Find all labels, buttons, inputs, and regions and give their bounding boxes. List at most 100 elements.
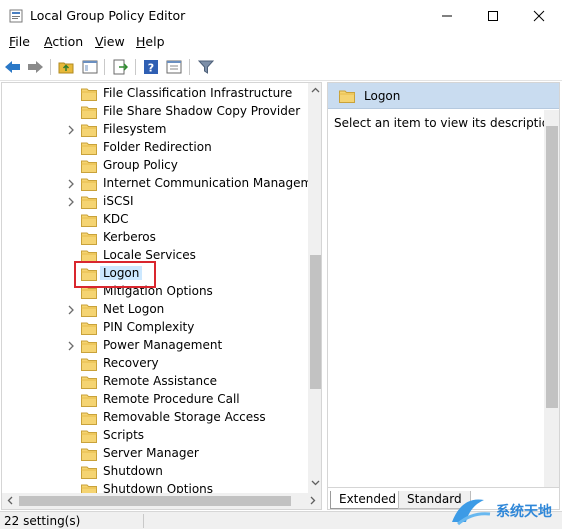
close-icon [533, 10, 545, 22]
scroll-left-icon[interactable] [6, 496, 15, 505]
chevron-right-icon[interactable] [66, 178, 76, 190]
minimize-button[interactable] [424, 0, 470, 32]
folder-icon [81, 160, 97, 173]
details-vertical-scrollbar[interactable] [544, 110, 559, 492]
menu-help-rest: elp [145, 34, 165, 49]
tree-item[interactable]: Removable Storage Access [2, 409, 308, 427]
menu-action-rest: ction [52, 34, 84, 49]
tree-item[interactable]: Remote Procedure Call [2, 391, 308, 409]
folder-icon [81, 124, 97, 137]
tree-item[interactable]: Shutdown [2, 463, 308, 481]
tree-item[interactable]: Kerberos [2, 229, 308, 247]
tree-item-label: Removable Storage Access [103, 410, 266, 424]
back-arrow-icon [5, 61, 20, 73]
tree-item-label: Internet Communication Management [103, 176, 322, 190]
properties-icon [166, 60, 182, 74]
help-button[interactable]: ? [142, 58, 160, 76]
tree-item-label: Kerberos [103, 230, 156, 244]
folder-icon [81, 268, 97, 281]
folder-icon [81, 448, 97, 461]
tree-item[interactable]: Power Management [2, 337, 308, 355]
menu-help-accel: H [136, 34, 146, 49]
folder-icon [81, 340, 97, 353]
tree-item-label: Server Manager [103, 446, 199, 460]
details-vertical-scroll-thumb[interactable] [546, 126, 558, 408]
tree-item[interactable]: File Classification Infrastructure [2, 85, 308, 103]
menu-view[interactable]: View [95, 34, 125, 49]
tree-item-label: Folder Redirection [103, 140, 212, 154]
tree-item-label: KDC [103, 212, 129, 226]
tree-item-label: PIN Complexity [103, 320, 195, 334]
tree-item-label: Filesystem [103, 122, 167, 136]
maximize-button[interactable] [470, 0, 516, 32]
window-title: Local Group Policy Editor [30, 8, 186, 23]
close-button[interactable] [516, 0, 562, 32]
tree-item[interactable]: Logon [2, 265, 308, 283]
export-list-icon [113, 59, 128, 75]
folder-icon [81, 88, 97, 101]
up-folder-icon [58, 62, 74, 74]
chevron-right-icon[interactable] [66, 196, 76, 208]
tree-horizontal-scroll-thumb[interactable] [19, 496, 291, 506]
title-bar: Local Group Policy Editor [0, 0, 562, 32]
tree-item[interactable]: KDC [2, 211, 308, 229]
tree-item-label: Group Policy [103, 158, 178, 172]
toolbar-separator [50, 59, 51, 75]
tree-item[interactable]: Folder Redirection [2, 139, 308, 157]
tree-vertical-scrollbar[interactable] [308, 83, 321, 493]
forward-button[interactable] [26, 58, 44, 76]
folder-icon [81, 358, 97, 371]
tree-item-label: Locale Services [103, 248, 196, 262]
scroll-up-icon[interactable] [311, 86, 320, 95]
chevron-right-icon[interactable] [66, 304, 76, 316]
folder-icon [81, 394, 97, 407]
tree-item[interactable]: iSCSI [2, 193, 308, 211]
scroll-right-icon[interactable] [308, 496, 317, 505]
tree-item[interactable]: Filesystem [2, 121, 308, 139]
minimize-icon [442, 15, 452, 17]
status-text: 22 setting(s) [4, 514, 81, 528]
back-button[interactable] [4, 58, 22, 76]
tree-vertical-scroll-thumb[interactable] [310, 255, 321, 389]
filter-button[interactable] [197, 58, 215, 76]
tree-item[interactable]: Server Manager [2, 445, 308, 463]
folder-icon [81, 286, 97, 299]
scroll-down-icon[interactable] [311, 478, 320, 487]
help-icon: ? [144, 60, 158, 75]
folder-icon [81, 232, 97, 245]
folder-icon [81, 466, 97, 479]
tree-item[interactable]: Net Logon [2, 301, 308, 319]
tree-item-label: Remote Assistance [103, 374, 218, 388]
export-list-button[interactable] [111, 58, 129, 76]
menu-view-rest: iew [103, 34, 125, 49]
menu-help[interactable]: Help [136, 34, 165, 49]
toolbar-separator [104, 59, 105, 75]
tree-item-label: Logon [100, 266, 143, 280]
tree-item[interactable]: Internet Communication Management [2, 175, 321, 193]
tree-item[interactable]: File Share Shadow Copy Provider [2, 103, 308, 121]
filter-icon [198, 60, 214, 74]
tree-item-label: Shutdown [103, 464, 163, 478]
tree-horizontal-scrollbar[interactable] [2, 493, 321, 509]
folder-icon [81, 142, 97, 155]
maximize-icon [488, 11, 498, 21]
tree-pane[interactable]: File Classification Infrastructure File S… [1, 82, 322, 510]
tab-extended[interactable]: Extended [330, 491, 405, 509]
menu-action[interactable]: Action [44, 34, 83, 49]
tree-item[interactable]: Recovery [2, 355, 308, 373]
menu-file[interactable]: File [9, 34, 30, 49]
chevron-right-icon[interactable] [66, 124, 76, 136]
folder-icon [81, 106, 97, 119]
tree-item[interactable]: Mitigation Options [2, 283, 308, 301]
properties-button[interactable] [165, 58, 183, 76]
tree-item[interactable]: Locale Services [2, 247, 308, 265]
tree-item-label: Net Logon [103, 302, 165, 316]
show-hide-tree-button[interactable] [81, 58, 99, 76]
tree-item[interactable]: Group Policy [2, 157, 308, 175]
chevron-right-icon[interactable] [66, 340, 76, 352]
details-pane: Logon Select an item to view its descrip… [327, 82, 560, 510]
tree-item[interactable]: Remote Assistance [2, 373, 308, 391]
up-one-level-button[interactable] [57, 58, 75, 76]
tree-item[interactable]: PIN Complexity [2, 319, 308, 337]
tree-item[interactable]: Scripts [2, 427, 308, 445]
